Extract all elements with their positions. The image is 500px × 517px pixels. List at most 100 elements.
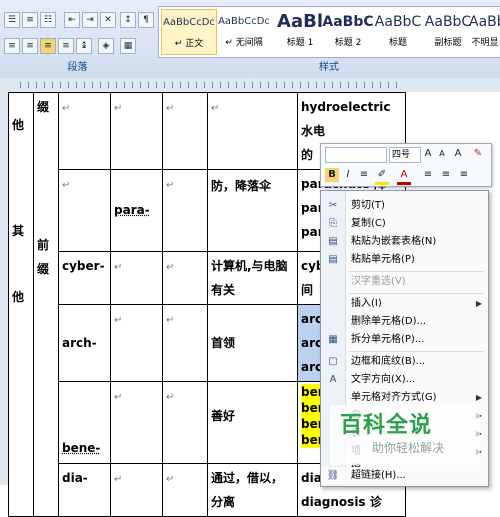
font-color-icon[interactable]: A (397, 168, 411, 185)
table-cell-meaning[interactable]: 善好 (207, 381, 298, 464)
table-cell[interactable]: ↵ (162, 92, 208, 170)
table-cell-prefix[interactable]: arch- (58, 304, 111, 382)
bold-icon[interactable]: B (325, 168, 339, 182)
table-cell[interactable]: ↵ (110, 251, 163, 305)
hyperlink-icon: ⛓ (326, 470, 340, 481)
menu-item-split-cells[interactable]: ▦ 拆分单元格(P)... (321, 331, 488, 349)
align-center-icon[interactable]: ≡ (22, 38, 38, 54)
format-painter-icon[interactable]: ✎ (471, 147, 485, 161)
table-cell-prefix[interactable]: bene- (58, 381, 111, 464)
decrease-indent-icon[interactable]: ≡ (421, 168, 435, 182)
sort-icon[interactable]: ↕ (120, 12, 136, 28)
menu-item-hyperlink[interactable]: ⛓ 超链接(H)... (321, 467, 488, 485)
table-cell[interactable]: ↵ (162, 463, 208, 517)
table-cell[interactable]: ↵ (162, 381, 208, 464)
shrink-font-icon[interactable]: A (435, 147, 449, 161)
table-cell[interactable]: ↵ (162, 304, 208, 382)
multilevel-list-icon[interactable]: ☷ (40, 12, 56, 28)
menu-item-label: 粘贴为嵌套表格(N) (351, 236, 437, 247)
menu-item-borders-shading[interactable]: ▢ 边框和底纹(B)... (321, 353, 488, 371)
prefix-text: bene- (62, 441, 101, 455)
menu-item-label: 汉字重选(V) (351, 276, 406, 287)
horizontal-ruler[interactable] (0, 78, 500, 93)
styles-gallery: AaBbCcDc ↵ 正文 AaBbCcDc ↵ 无间隔 AaBl 标题 1 A… (158, 6, 500, 58)
meaning-text: 通过，借以，分离 (211, 471, 284, 509)
bullets-icon[interactable]: ☰ (4, 12, 20, 28)
bullets-icon[interactable]: ≡ (457, 168, 471, 182)
style-name: ↵ 无间隔 (225, 38, 263, 48)
menu-item-delete-cells[interactable]: 删除单元格(D)... (321, 313, 488, 331)
table-cell-meaning[interactable]: 通过，借以，分离 (207, 463, 298, 517)
prefix-text: cyber- (62, 259, 105, 273)
watermark-subtitle: 助你轻松解决 (372, 441, 445, 455)
meaning-text: 防，降落伞 (211, 179, 272, 193)
style-name: 标题 1 (286, 38, 314, 48)
menu-item-cut[interactable]: ✂ 剪切(T) (321, 197, 488, 215)
menu-item-paste-nested-table[interactable]: ▤ 粘贴为嵌套表格(N) (321, 233, 488, 251)
table-cell-meaning[interactable]: 计算机,与电脑有关 (207, 251, 298, 305)
show-marks-icon[interactable]: ¶ (138, 12, 154, 28)
highlight-icon[interactable]: ✐ (375, 168, 389, 185)
meaning-text: 首领 (211, 336, 236, 350)
style-heading-2[interactable]: AaBbC 标题 2 (321, 9, 375, 53)
table-cell-meaning[interactable]: 防，降落伞 (207, 169, 298, 252)
menu-separator (349, 271, 484, 272)
menu-item-paste-cells[interactable]: ▤ 粘贴单元格(P) (321, 251, 488, 269)
style-subtle[interactable]: AaBbC 不明显 (469, 9, 500, 53)
watermark-title: 百科全说 (340, 413, 433, 438)
table-cell[interactable]: ↵ (162, 169, 208, 252)
paste-cells-icon: ▤ (328, 254, 338, 265)
table-cell[interactable]: ↵ (110, 463, 163, 517)
borders-icon: ▢ (328, 356, 338, 367)
table-cell-prefix[interactable]: dia- (58, 463, 111, 517)
cell-text: 其 (12, 224, 25, 238)
table-cell-type[interactable]: 缀 前 缀 (33, 92, 59, 517)
table-cell[interactable]: ↵ (162, 251, 208, 305)
menu-item-insert[interactable]: 插入(I) ▶ (321, 295, 488, 313)
grow-font-icon[interactable]: A (421, 147, 435, 161)
style-sample: AaBl (277, 11, 323, 32)
table-cell[interactable]: ↵ (207, 92, 298, 170)
italic-icon[interactable]: I (341, 168, 355, 182)
center-icon[interactable]: ≡ (357, 168, 371, 182)
table-cell[interactable]: ↵ (58, 169, 111, 252)
increase-indent-icon[interactable]: ≡ (439, 168, 453, 182)
style-subtitle[interactable]: AaBbC 副标题 (421, 9, 475, 53)
table-cell[interactable]: ↵ (110, 381, 163, 464)
table-cell-category[interactable]: 他 其 他 (8, 92, 34, 517)
table-cell[interactable]: ↵ (110, 92, 163, 170)
table-cell-meaning[interactable]: 首领 (207, 304, 298, 382)
menu-item-reconvert[interactable]: 汉字重选(V) (321, 273, 488, 291)
vertical-ruler[interactable] (0, 92, 8, 485)
menu-item-label: 超链接(H)... (351, 470, 406, 481)
font-name-box[interactable] (325, 147, 387, 163)
align-right-icon[interactable]: ≡ (40, 38, 56, 54)
paste-table-icon: ▤ (328, 236, 338, 247)
shading-icon[interactable]: ◈ (98, 38, 114, 54)
align-left-icon[interactable]: ≡ (4, 38, 20, 54)
style-normal[interactable]: AaBbCcDc ↵ 正文 (161, 9, 217, 55)
menu-item-text-direction[interactable]: A 文字方向(X)... (321, 371, 488, 389)
decrease-indent-icon[interactable]: ⇤ (64, 12, 80, 28)
menu-item-copy[interactable]: ⎘ 复制(C) (321, 215, 488, 233)
menu-item-label: 拆分单元格(P)... (351, 334, 425, 345)
table-cell[interactable]: ↵ (110, 304, 163, 382)
table-cell[interactable]: ↵ (58, 92, 111, 170)
justify-icon[interactable]: ≡ (58, 38, 74, 54)
table-cell-prefix[interactable]: para- (110, 169, 163, 252)
style-sample: AaBbC (322, 14, 374, 30)
increase-indent-icon[interactable]: ⇥ (82, 12, 98, 28)
line-spacing-icon[interactable]: ↨ (76, 38, 92, 54)
borders-icon[interactable]: ▦ (120, 38, 136, 54)
style-heading-1[interactable]: AaBl 标题 1 (273, 9, 327, 53)
chinese-layout-icon[interactable]: ✕ (100, 12, 116, 28)
numbering-icon[interactable]: ≡ (22, 12, 38, 28)
mini-toolbar: 四号 A A A ✎ B I ≡ ✐ A ≡ ≡ ≡ (320, 143, 492, 187)
font-style-icon[interactable]: A (451, 147, 465, 161)
menu-item-label: 边框和底纹(B)... (351, 356, 426, 367)
split-cells-icon: ▦ (328, 334, 338, 345)
table-cell-prefix[interactable]: cyber- (58, 251, 111, 305)
font-size-box[interactable]: 四号 (389, 147, 421, 163)
style-no-spacing[interactable]: AaBbCcDc ↵ 无间隔 (217, 9, 271, 53)
style-title[interactable]: AaBbC 标题 (371, 9, 425, 53)
